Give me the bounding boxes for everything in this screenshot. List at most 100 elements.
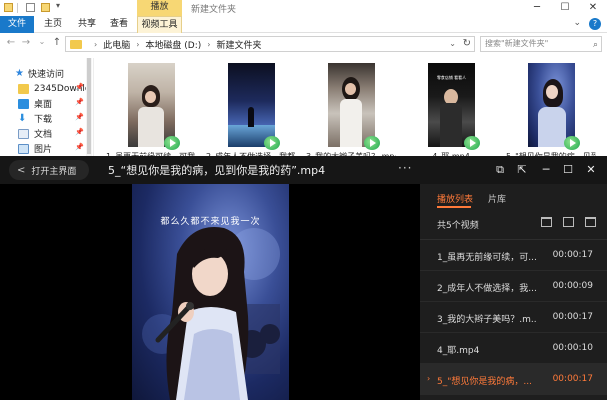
playlist-item-name: 5_"想见你是我的病，... — [437, 377, 532, 387]
media-player-icon — [564, 136, 580, 150]
file-item[interactable]: 零食店铺 看看人 4_耶.mp4 — [406, 63, 496, 161]
more-options-icon[interactable]: ··· — [398, 161, 412, 175]
breadcrumb-folder[interactable]: 新建文件夹 — [216, 38, 261, 51]
chevron-right-icon: › — [94, 39, 98, 49]
pin-icon: 📌 — [75, 143, 84, 151]
playlist-item-name: 4_耶.mp4 — [437, 346, 480, 356]
folder-icon[interactable] — [4, 3, 13, 12]
playlist-item-duration: 00:00:17 — [552, 312, 593, 322]
file-item[interactable]: 3_我的大辫子美吗？.mp4 — [306, 63, 396, 161]
new-folder-icon[interactable] — [41, 3, 50, 12]
breadcrumb-this-pc[interactable]: 此电脑 — [103, 38, 130, 51]
search-icon[interactable]: ⌕ — [593, 38, 598, 52]
ribbon-right-controls: ⌄ ? — [573, 18, 601, 30]
playlist-item-active[interactable]: › 5_"想见你是我的病，... 00:00:17 — [420, 364, 607, 395]
file-item[interactable]: 2_成年人不做选择，我都... — [206, 63, 296, 161]
back-arrow-icon[interactable]: ← — [5, 37, 17, 51]
quick-access-dropdown-icon[interactable]: ▾ — [56, 1, 60, 10]
sidebar-item-label: 快速访问 — [27, 70, 64, 80]
playlist-item[interactable]: 1_虽再无前缘可续，可... 00:00:17 — [420, 240, 607, 271]
tab-playlist[interactable]: 播放列表 — [437, 192, 473, 205]
divider — [17, 3, 18, 13]
chevron-down-icon[interactable]: ⌄ — [573, 18, 581, 30]
sidebar-item-label: 图片 — [34, 145, 53, 155]
file-item[interactable]: 5_"想见你是我的病，见到... — [506, 63, 596, 161]
video-thumbnail: 零食店铺 看看人 — [428, 63, 475, 147]
video-player-window: < 打开主界面 5_“想见你是我的病，见到你是我的药”.mp4 ··· ⧉ ⇱ … — [0, 156, 607, 400]
pin-icon: 📌 — [75, 113, 84, 121]
video-count: 共5个视频 — [437, 221, 479, 231]
properties-icon[interactable] — [26, 3, 35, 12]
navigation-scrollbar[interactable] — [86, 58, 92, 160]
video-frame[interactable]: 都么久都不来见我一次 — [132, 184, 289, 400]
playlist-item[interactable]: 3_我的大辫子美吗？.m... 00:00:17 — [420, 302, 607, 333]
minimize-icon[interactable]: ─ — [538, 162, 554, 178]
breadcrumb-drive[interactable]: 本地磁盘 (D:) — [145, 38, 201, 51]
picture-icon — [18, 143, 29, 154]
now-playing-title: 5_“想见你是我的病，见到你是我的药”.mp4 — [108, 164, 326, 177]
tab-home[interactable]: 主页 — [38, 16, 68, 33]
star-icon: ★ — [15, 68, 24, 79]
tab-share[interactable]: 共享 — [72, 16, 102, 33]
recent-locations-icon[interactable]: ⌄ — [36, 37, 48, 51]
search-placeholder: 搜索"新建文件夹" — [485, 39, 549, 48]
address-bar[interactable]: › 此电脑 › 本地磁盘 (D:) › 新建文件夹 ⌄ ↻ — [65, 36, 475, 52]
add-file-icon[interactable] — [563, 217, 574, 227]
up-arrow-icon[interactable]: ↑ — [51, 37, 63, 51]
sidebar-item-documents[interactable]: 文档 📌 — [0, 126, 94, 141]
playlist-item-name: 1_虽再无前缘可续，可... — [437, 253, 537, 263]
file-list: 1_虽再无前缘可续，可我... 2_成年人不做选择，我都... 3_我的大辫子美… — [96, 58, 607, 161]
pin-on-top-icon[interactable]: ⇱ — [514, 162, 530, 178]
help-icon[interactable]: ? — [589, 18, 601, 30]
media-player-icon — [364, 136, 380, 150]
trash-icon[interactable] — [585, 217, 596, 227]
sidebar-item-pictures[interactable]: 图片 📌 — [0, 141, 94, 156]
playlist-item-duration: 00:00:10 — [552, 343, 593, 353]
tab-file[interactable]: 文件 — [0, 16, 34, 33]
tab-view[interactable]: 查看 — [104, 16, 134, 33]
sidebar-item-quick-access[interactable]: ★ 快速访问 — [0, 66, 94, 81]
sidebar-item-desktop[interactable]: 桌面 📌 — [0, 96, 94, 111]
now-playing-indicator-icon: › — [427, 374, 431, 383]
ribbon-tabs: 文件 主页 共享 查看 视频工具 ⌄ ? — [0, 16, 607, 33]
chevron-right-icon: › — [207, 39, 211, 49]
playlist-panel: 播放列表 片库 共5个视频 1_虽再无前缘可续，可... 00:00:17 2_… — [420, 184, 607, 400]
sidebar-item-downloads[interactable]: ⬇ 下载 📌 — [0, 111, 94, 126]
video-thumbnail — [228, 63, 275, 147]
chevron-left-icon: < — [17, 164, 26, 176]
desktop-icon — [18, 98, 29, 109]
video-area[interactable]: 都么久都不来见我一次 — [0, 184, 420, 400]
mini-mode-icon[interactable]: ⧉ — [492, 162, 508, 178]
playlist-item[interactable]: 2_成年人不做选择，我... 00:00:09 — [420, 271, 607, 302]
playlist-item[interactable]: 4_耶.mp4 00:00:10 — [420, 333, 607, 364]
file-item[interactable]: 1_虽再无前缘可续，可我... — [106, 63, 196, 161]
refresh-icon[interactable]: ↻ — [463, 38, 471, 49]
video-subtitle: 都么久都不来见我一次 — [160, 217, 261, 227]
close-icon[interactable]: ✕ — [579, 0, 607, 16]
pin-icon: 📌 — [75, 83, 84, 91]
forward-arrow-icon[interactable]: → — [20, 37, 32, 51]
open-main-window-button[interactable]: < 打开主界面 — [9, 160, 89, 180]
video-thumbnail — [528, 63, 575, 147]
maximize-icon[interactable]: ☐ — [560, 162, 576, 178]
ribbon-context-label: 播放 — [137, 0, 182, 16]
sidebar-item-label: 下载 — [34, 115, 53, 125]
maximize-icon[interactable]: ☐ — [551, 0, 579, 16]
open-folder-icon[interactable] — [541, 217, 552, 227]
playlist-item-name: 3_我的大辫子美吗？.m... — [437, 315, 537, 325]
media-player-icon — [464, 136, 480, 150]
playlist-item-name: 2_成年人不做选择，我... — [437, 284, 537, 294]
address-row: ← → ⌄ ↑ › 此电脑 › 本地磁盘 (D:) › 新建文件夹 ⌄ ↻ 搜索… — [0, 34, 607, 54]
playlist-item-duration: 00:00:17 — [552, 250, 593, 260]
tab-library[interactable]: 片库 — [488, 192, 506, 205]
minimize-icon[interactable]: ─ — [523, 0, 551, 16]
search-input[interactable]: 搜索"新建文件夹" ⌕ — [480, 36, 602, 52]
chevron-down-icon[interactable]: ⌄ — [449, 39, 456, 48]
playlist-item-duration: 00:00:09 — [552, 281, 593, 291]
open-main-window-label: 打开主界面 — [31, 166, 77, 177]
scrollbar-thumb[interactable] — [87, 58, 91, 154]
tab-video-tools[interactable]: 视频工具 — [137, 16, 182, 33]
sidebar-item-2345downloads[interactable]: 2345Downlc 📌 — [0, 81, 94, 96]
pin-icon: 📌 — [75, 128, 84, 136]
close-icon[interactable]: ✕ — [583, 162, 599, 178]
